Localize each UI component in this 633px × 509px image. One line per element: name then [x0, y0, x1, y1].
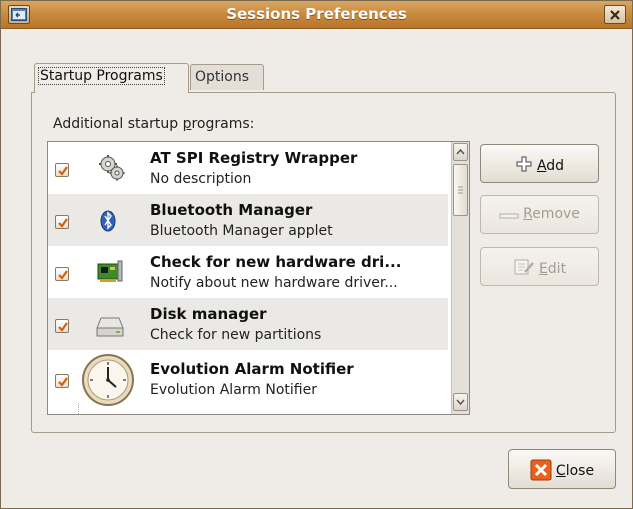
sessions-preferences-window: Sessions Preferences Startup Programs Op…: [0, 0, 633, 509]
program-description: Evolution Alarm Notifier: [150, 382, 317, 398]
disk-drive-icon: [80, 298, 144, 350]
tab-startup-programs-label: Startup Programs: [38, 67, 165, 85]
list-item[interactable]: Check for new hardware dri... Notify abo…: [48, 246, 448, 298]
vertical-scrollbar[interactable]: [451, 142, 469, 414]
checkmark-icon: [58, 166, 68, 176]
checkmark-icon: [58, 322, 68, 332]
scrollbar-thumb[interactable]: [453, 164, 468, 216]
grip-icon: [458, 186, 463, 194]
tab-options[interactable]: Options: [190, 64, 264, 90]
checkmark-icon: [58, 270, 68, 280]
bluetooth-icon: [80, 194, 144, 246]
scroll-up-button[interactable]: [453, 143, 468, 161]
program-description: Check for new partitions: [150, 327, 322, 343]
checkmark-icon: [58, 218, 68, 228]
gears-icon: [80, 142, 144, 194]
program-title: Evolution Alarm Notifier: [150, 360, 354, 378]
tab-options-label: Options: [195, 69, 250, 85]
enable-checkbox[interactable]: [55, 163, 69, 177]
window-title: Sessions Preferences: [226, 5, 407, 23]
program-description: Bluetooth Manager applet: [150, 223, 333, 239]
chevron-down-icon: [456, 399, 465, 406]
enable-checkbox[interactable]: [55, 374, 69, 388]
program-description: No description: [150, 171, 252, 187]
startup-programs-label: Additional startup programs:: [53, 116, 255, 132]
list-item[interactable]: Disk manager Check for new partitions: [48, 298, 448, 350]
list-item[interactable]: AT SPI Registry Wrapper No description: [48, 142, 448, 194]
close-icon: [610, 10, 620, 20]
minus-icon: [499, 213, 519, 219]
scroll-down-button[interactable]: [453, 393, 468, 411]
edit-button[interactable]: Edit: [480, 247, 599, 286]
enable-checkbox[interactable]: [55, 267, 69, 281]
edit-icon: [514, 259, 534, 275]
list-item[interactable]: Evolution Alarm Notifier Evolution Alarm…: [48, 350, 448, 406]
program-title: Disk manager: [150, 305, 267, 323]
close-icon: [530, 459, 552, 481]
plus-icon: [516, 156, 532, 172]
startup-programs-list[interactable]: AT SPI Registry Wrapper No description B…: [47, 141, 470, 415]
chevron-up-icon: [456, 148, 465, 155]
program-title: Bluetooth Manager: [150, 201, 313, 219]
add-button[interactable]: Add: [480, 144, 599, 183]
enable-checkbox[interactable]: [55, 215, 69, 229]
close-button[interactable]: Close: [508, 449, 616, 489]
hardware-card-icon: [80, 246, 144, 298]
tab-startup-programs[interactable]: Startup Programs: [34, 63, 189, 93]
program-description: Notify about new hardware driver...: [150, 275, 398, 291]
program-title: Check for new hardware dri...: [150, 253, 402, 271]
checkmark-icon: [58, 377, 68, 387]
enable-checkbox[interactable]: [55, 319, 69, 333]
list-item[interactable]: Bluetooth Manager Bluetooth Manager appl…: [48, 194, 448, 246]
window-close-button[interactable]: [604, 5, 626, 24]
clock-icon: [80, 350, 144, 406]
remove-button[interactable]: Remove: [480, 195, 599, 234]
title-bar[interactable]: Sessions Preferences: [1, 1, 632, 29]
program-title: AT SPI Registry Wrapper: [150, 149, 358, 167]
